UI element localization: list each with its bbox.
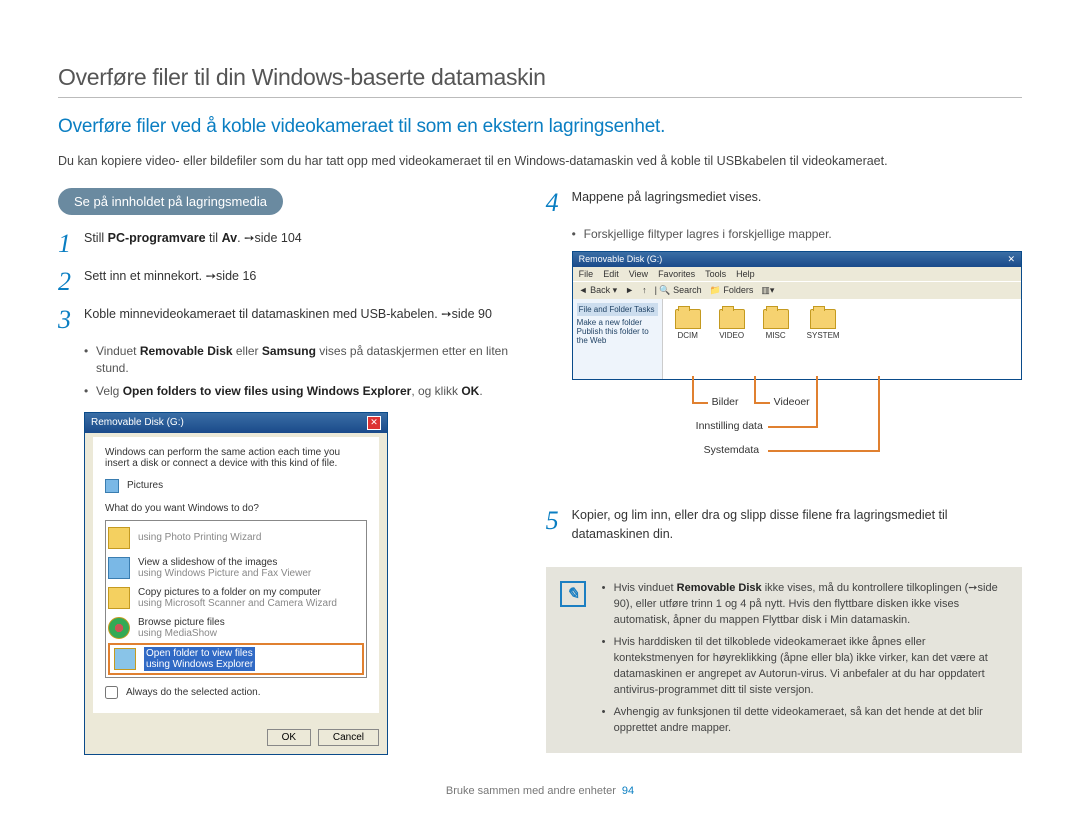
folder-dcim[interactable]: DCIM [675, 309, 701, 340]
close-icon[interactable]: ✕ [1007, 254, 1015, 265]
sub-bullet: Velg Open folders to view files using Wi… [84, 383, 516, 400]
folder-icon [675, 309, 701, 329]
list-item-highlighted[interactable]: Open folder to view filesusing Windows E… [108, 643, 364, 675]
close-icon[interactable]: ✕ [367, 416, 381, 430]
step-3: 3 Koble minnevideokameraet til datamaski… [58, 305, 516, 333]
step-number: 5 [546, 506, 572, 534]
step-number: 3 [58, 305, 84, 333]
step-2: 2 Sett inn et minnekort. ➙side 16 [58, 267, 516, 295]
note-item: Hvis harddisken til det tilkoblede video… [602, 635, 1008, 699]
dialog-question: What do you want Windows to do? [105, 503, 367, 514]
note-item: Hvis vinduet Removable Disk ikke vises, … [602, 581, 1008, 629]
section-title: Overføre filer ved å koble videokameraet… [58, 116, 1022, 138]
callout-diagram: Bilder Videoer Innstilling data Systemda… [572, 376, 1022, 506]
folder-icon [719, 309, 745, 329]
page-footer: Bruke sammen med andre enheter94 [58, 785, 1022, 797]
dialog-screenshot: Removable Disk (G:) ✕ Windows can perfor… [84, 412, 388, 755]
list-item[interactable]: Copy pictures to a folder on my computer… [108, 583, 364, 613]
folder-video[interactable]: VIDEO [719, 309, 745, 340]
step-1: 1 Still PC-programvare til Av. ➙side 104 [58, 229, 516, 257]
list-item[interactable]: Browse picture filesusing MediaShow [108, 613, 364, 643]
explorer-screenshot: Removable Disk (G:)✕ FileEditViewFavorit… [572, 251, 1022, 380]
cancel-button[interactable]: Cancel [318, 729, 379, 746]
list-item[interactable]: using Photo Printing Wizard [108, 523, 364, 553]
ok-button[interactable]: OK [267, 729, 311, 746]
note-icon: ✎ [560, 581, 586, 607]
toolbar[interactable]: ◄ Back ▾►↑| 🔍 Search📁 Folders▥▾ [573, 281, 1021, 299]
step-number: 4 [546, 188, 572, 216]
dialog-text: Windows can perform the same action each… [105, 447, 367, 469]
window-titlebar: Removable Disk (G:)✕ [573, 252, 1021, 267]
note-box: ✎ Hvis vinduet Removable Disk ikke vises… [546, 567, 1022, 752]
sub-bullet: Vinduet Removable Disk eller Samsung vis… [84, 343, 516, 377]
explorer-sidebar[interactable]: File and Folder Tasks Make a new folder … [573, 299, 663, 379]
intro-text: Du kan kopiere video- eller bildefiler s… [58, 152, 1022, 170]
page-title: Overføre filer til din Windows-baserte d… [58, 64, 1022, 91]
step-number: 2 [58, 267, 84, 295]
window-titlebar: Removable Disk (G:) ✕ [85, 413, 387, 433]
always-checkbox[interactable] [105, 686, 118, 699]
step-4: 4 Mappene på lagringsmediet vises. [546, 188, 1022, 216]
folder-icon [810, 309, 836, 329]
list-item[interactable]: View a slideshow of the imagesusing Wind… [108, 553, 364, 583]
menu-bar[interactable]: FileEditViewFavoritesToolsHelp [573, 267, 1021, 281]
section-pill: Se på innholdet på lagringsmedia [58, 188, 283, 215]
step-5: 5 Kopier, og lim inn, eller dra og slipp… [546, 506, 1022, 544]
sub-bullet: Forskjellige filtyper lagres i forskjell… [572, 226, 1022, 243]
checkbox-label: Always do the selected action. [126, 687, 261, 698]
divider [58, 97, 1022, 98]
note-item: Avhengig av funksjonen til dette videoka… [602, 705, 1008, 737]
step-number: 1 [58, 229, 84, 257]
folder-system[interactable]: SYSTEM [807, 309, 840, 340]
folder-misc[interactable]: MISC [763, 309, 789, 340]
file-type-label: Pictures [127, 480, 163, 491]
folder-icon [763, 309, 789, 329]
